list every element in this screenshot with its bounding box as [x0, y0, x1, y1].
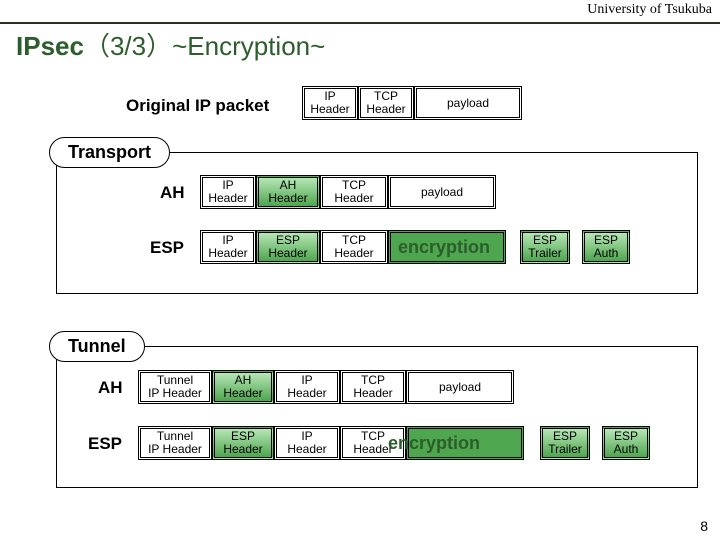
label-tunnel-esp: ESP	[88, 434, 122, 454]
field-transport-esp-auth: ESPAuth	[582, 230, 630, 264]
field-transport-ah-payload: payload	[388, 175, 496, 209]
section-transport: Transport	[56, 152, 698, 294]
university-name: University of Tsukuba	[587, 2, 712, 18]
field-tunnel-esp-tunnelip: TunnelIP Header	[138, 426, 212, 460]
section-tunnel: Tunnel	[56, 346, 698, 488]
field-transport-ah-tcpheader: TCPHeader	[320, 175, 388, 209]
title-ipsec: IPsec	[16, 31, 84, 61]
slide-title: IPsec（3/3）~Encryption~	[16, 26, 325, 63]
text-encryption-transport: encryption	[398, 237, 490, 258]
slide-page: University of Tsukuba IPsec（3/3）~Encrypt…	[0, 0, 720, 540]
field-tunnel-ah-tunnelip: TunnelIP Header	[138, 370, 212, 404]
page-number: 8	[700, 518, 708, 534]
title-index: （3/3）	[84, 31, 172, 61]
field-transport-esp-espheader: ESPHeader	[256, 230, 320, 264]
label-original-ip-packet: Original IP packet	[126, 96, 269, 116]
field-tunnel-ah-ipheader: IPHeader	[274, 370, 340, 404]
section-label-transport: Transport	[49, 137, 170, 168]
field-tunnel-esp-ipheader: IPHeader	[274, 426, 340, 460]
field-transport-esp-ipheader: IPHeader	[200, 230, 256, 264]
section-label-tunnel: Tunnel	[49, 331, 145, 362]
field-tcp-header: TCPHeader	[358, 86, 414, 120]
label-tunnel-ah: AH	[98, 378, 123, 398]
field-tunnel-esp-trailer: ESPTrailer	[540, 426, 590, 460]
text-encryption-tunnel: encryption	[388, 433, 480, 454]
field-tunnel-esp-auth: ESPAuth	[602, 426, 650, 460]
field-tunnel-ah-tcpheader: TCPHeader	[340, 370, 406, 404]
field-transport-ah-ipheader: IPHeader	[200, 175, 256, 209]
field-tunnel-ah-payload: payload	[406, 370, 514, 404]
field-tunnel-ah-ahheader: AHHeader	[212, 370, 274, 404]
field-transport-ah-ahheader: AHHeader	[256, 175, 320, 209]
field-payload: payload	[414, 86, 522, 120]
field-ip-header: IPHeader	[302, 86, 358, 120]
label-transport-ah: AH	[160, 183, 185, 203]
title-underline	[0, 22, 720, 24]
field-transport-esp-tcpheader: TCPHeader	[320, 230, 388, 264]
label-transport-esp: ESP	[150, 238, 184, 258]
title-subtitle: ~Encryption~	[172, 31, 325, 61]
field-tunnel-esp-espheader: ESPHeader	[212, 426, 274, 460]
field-transport-esp-trailer: ESPTrailer	[520, 230, 570, 264]
